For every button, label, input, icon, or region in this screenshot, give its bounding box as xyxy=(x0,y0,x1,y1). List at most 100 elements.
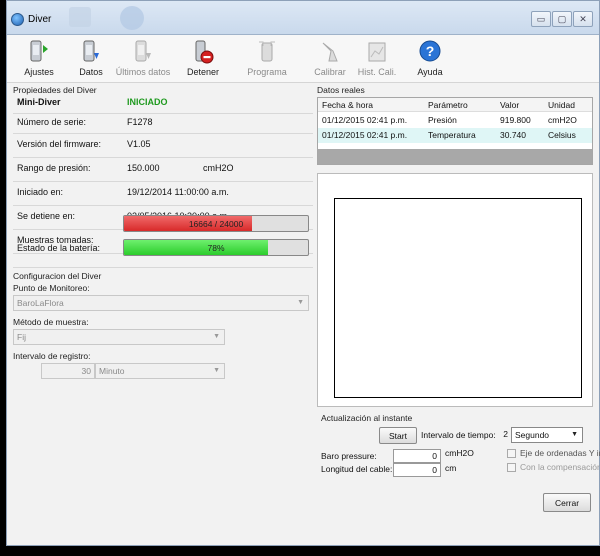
app-globe-icon xyxy=(11,13,24,26)
compensation-label: Con la compensación xyxy=(520,462,600,472)
point-select[interactable]: BaroLaFlora ▼ xyxy=(13,295,309,311)
battery-progress-text: 78% xyxy=(207,243,225,253)
invert-y-checkbox[interactable] xyxy=(507,449,516,458)
ayuda-label: Ayuda xyxy=(417,67,443,77)
time-interval-value[interactable]: 2 xyxy=(501,428,511,442)
toolbar: Ajustes Datos Últimos datos Detener Prog… xyxy=(7,35,599,83)
samples-progress-bar: 16664 / 24000 xyxy=(123,215,309,232)
chevron-down-icon: ▼ xyxy=(213,333,220,340)
hist-cali-icon xyxy=(368,42,386,62)
detener-button[interactable]: Detener xyxy=(183,35,223,83)
update-group: Actualización al instante Start Interval… xyxy=(317,411,600,491)
taskbar-folder-icon xyxy=(69,7,91,27)
divider xyxy=(13,205,313,206)
calibrar-icon xyxy=(322,42,338,62)
samples-progress-text: 16664 / 24000 xyxy=(188,219,244,229)
table-header: Fecha & hora Parámetro Valor Unidad xyxy=(318,98,592,112)
config-group-title: Configuracion del Diver xyxy=(13,271,102,281)
device-status: INICIADO xyxy=(127,97,168,107)
window-title: Diver xyxy=(28,14,52,25)
battery-label: Estado de la batería: xyxy=(17,243,101,253)
baro-input[interactable]: 0 xyxy=(393,449,441,463)
cell-datetime: 01/12/2015 02:41 p.m. xyxy=(322,115,408,125)
chart-area xyxy=(317,173,593,407)
serial-value: F1278 xyxy=(127,117,153,127)
interval-value-field[interactable]: 30 xyxy=(41,363,95,379)
divider xyxy=(13,133,313,134)
maximize-button[interactable]: ▢ xyxy=(552,11,572,27)
interval-unit-select[interactable]: Minuto ▼ xyxy=(95,363,225,379)
invert-y-label: Eje de ordenadas Y invertid xyxy=(520,448,600,458)
taskbar-browser-icon xyxy=(120,6,144,30)
device-name: Mini-Diver xyxy=(17,97,61,107)
table-row[interactable]: 01/12/2015 02:41 p.m. Temperatura 30.740… xyxy=(318,128,592,143)
realtime-group-title: Datos reales xyxy=(317,85,365,95)
method-select[interactable]: Fij ▼ xyxy=(13,329,225,345)
start-button[interactable]: Start xyxy=(379,427,417,444)
divider xyxy=(13,181,313,182)
interval-unit-value: Minuto xyxy=(99,366,125,376)
close-button[interactable]: Cerrar xyxy=(543,493,591,512)
col-header-param: Parámetro xyxy=(428,100,468,110)
close-window-button[interactable]: ✕ xyxy=(573,11,593,27)
update-group-title: Actualización al instante xyxy=(321,413,413,423)
chart-plot xyxy=(334,198,582,398)
pressure-range-row: Rango de presión: 150.000 cmH2O xyxy=(17,163,317,177)
cell-param: Presión xyxy=(428,115,457,125)
time-interval-unit-value: Segundo xyxy=(515,430,550,440)
stops-label: Se detiene en: xyxy=(17,211,76,221)
cable-unit: cm xyxy=(445,463,457,473)
table-row[interactable]: 01/12/2015 02:41 p.m. Presión 919.800 cm… xyxy=(318,113,592,128)
stop-icon xyxy=(195,40,214,64)
time-interval-unit-select[interactable]: Segundo ▼ xyxy=(511,427,583,443)
point-label: Punto de Monitoreo: xyxy=(13,283,90,293)
method-label: Método de muestra: xyxy=(13,317,89,327)
col-header-unit: Unidad xyxy=(548,100,575,110)
serial-label: Número de serie: xyxy=(17,117,87,127)
realtime-table: Fecha & hora Parámetro Valor Unidad 01/1… xyxy=(317,97,593,165)
minimize-button[interactable]: ▭ xyxy=(531,11,551,27)
chevron-down-icon: ▼ xyxy=(571,431,578,438)
window-controls: ▭ ▢ ✕ xyxy=(531,11,593,27)
ayuda-button[interactable]: ? Ayuda xyxy=(410,35,450,83)
cell-value: 919.800 xyxy=(500,115,531,125)
started-label: Iniciado en: xyxy=(17,187,64,197)
cell-datetime: 01/12/2015 02:41 p.m. xyxy=(322,130,408,140)
point-select-value: BaroLaFlora xyxy=(17,298,64,308)
divider xyxy=(13,157,313,158)
method-select-value: Fij xyxy=(17,332,26,342)
time-interval-label: Intervalo de tiempo: xyxy=(421,430,496,440)
col-header-datetime: Fecha & hora xyxy=(322,100,374,110)
interval-label: Intervalo de registro: xyxy=(13,351,91,361)
chevron-down-icon: ▼ xyxy=(213,367,220,374)
cell-param: Temperatura xyxy=(428,130,476,140)
divider xyxy=(13,267,313,268)
title-bar: Diver ▭ ▢ ✕ xyxy=(7,1,599,35)
ajustes-icon xyxy=(30,40,48,62)
ultimos-datos-button[interactable]: Últimos datos xyxy=(116,35,170,83)
datos-icon xyxy=(83,40,99,62)
battery-progress-bar: 78% xyxy=(123,239,309,256)
pressure-range-label: Rango de presión: xyxy=(17,163,91,173)
col-header-value: Valor xyxy=(500,100,520,110)
baro-unit: cmH2O xyxy=(445,448,474,458)
compensation-checkbox[interactable] xyxy=(507,463,516,472)
svg-text:?: ? xyxy=(426,43,435,59)
pressure-range-unit: cmH2O xyxy=(203,163,234,173)
ultimos-datos-icon xyxy=(135,40,151,62)
started-value: 19/12/2014 11:00:00 a.m. xyxy=(127,187,229,197)
interval-value: 30 xyxy=(81,366,91,376)
cell-unit: cmH2O xyxy=(548,115,577,125)
diver-window: Diver ▭ ▢ ✕ Ajustes Datos Últimos datos … xyxy=(6,0,600,546)
cell-unit: Celsius xyxy=(548,130,576,140)
cable-input[interactable]: 0 xyxy=(393,463,441,477)
firmware-label: Versión del firmware: xyxy=(17,139,102,149)
baro-label: Baro pressure: xyxy=(321,451,377,461)
table-empty-area xyxy=(318,149,592,164)
cell-value: 30.740 xyxy=(500,130,526,140)
programa-icon xyxy=(259,41,275,62)
chevron-down-icon: ▼ xyxy=(297,299,304,306)
cable-label: Longitud del cable: xyxy=(321,464,393,474)
pressure-range-value: 150.000 xyxy=(127,163,160,173)
programa-button[interactable]: Programa xyxy=(247,35,287,83)
